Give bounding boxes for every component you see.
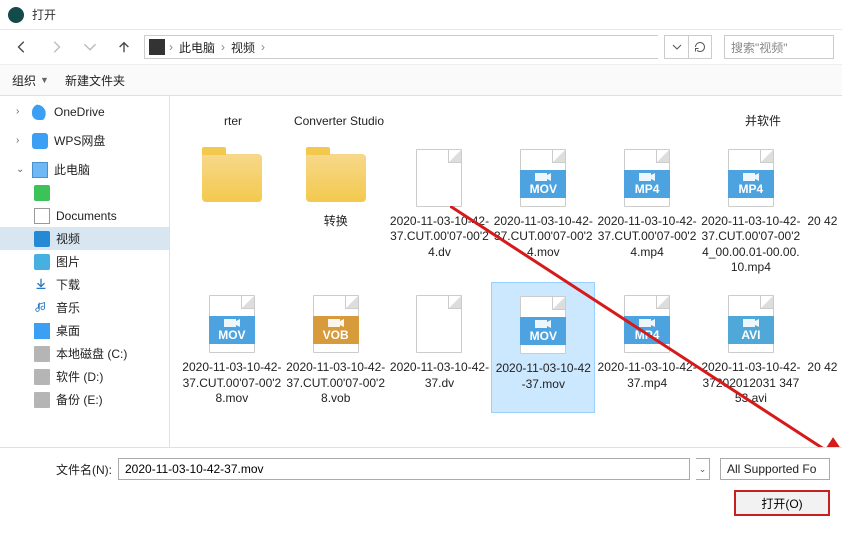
chevron-right-icon: ›: [261, 40, 265, 54]
sidebar-item-green[interactable]: [0, 181, 169, 204]
disk-icon: [34, 369, 50, 385]
desktop-icon: [34, 323, 50, 339]
filename-label: 文件名(N):: [12, 461, 112, 478]
list-item[interactable]: [392, 96, 498, 136]
list-item[interactable]: MP42020-11-03-10-42-37.mp4: [595, 282, 699, 413]
title-bar: 打开: [0, 0, 842, 30]
list-item[interactable]: 20 42: [803, 136, 842, 282]
sidebar-item-thispc[interactable]: ⌄此电脑: [0, 158, 169, 181]
sidebar-item-pictures[interactable]: 图片: [0, 250, 169, 273]
music-icon: [34, 300, 50, 316]
sidebar: ›OneDrive ›WPS网盘 ⌄此电脑 Documents 视频 图片 下载…: [0, 96, 170, 447]
file-icon: [416, 295, 462, 353]
sidebar-item-desktop[interactable]: 桌面: [0, 319, 169, 342]
list-item[interactable]: [498, 96, 604, 136]
sidebar-item-wps[interactable]: ›WPS网盘: [0, 129, 169, 152]
list-item[interactable]: 20 42: [803, 282, 842, 413]
list-item-selected[interactable]: MOV2020-11-03-10-42-37.mov: [491, 282, 595, 413]
folder-icon: [306, 154, 366, 202]
search-input[interactable]: 搜索"视频": [724, 35, 834, 59]
sidebar-item-video[interactable]: 视频: [0, 227, 169, 250]
image-icon: [34, 254, 50, 270]
list-item[interactable]: VOB2020-11-03-10-42-37.CUT.00'07-00'28.v…: [284, 282, 388, 413]
download-icon: [34, 277, 50, 293]
window-title: 打开: [32, 6, 56, 23]
sidebar-item-diske[interactable]: 备份 (E:): [0, 388, 169, 411]
sidebar-item-downloads[interactable]: 下载: [0, 273, 169, 296]
back-button[interactable]: [8, 35, 36, 59]
mov-icon: MOV: [520, 296, 566, 354]
search-placeholder: 搜索"视频": [731, 39, 788, 56]
main-area: ›OneDrive ›WPS网盘 ⌄此电脑 Documents 视频 图片 下载…: [0, 96, 842, 447]
sidebar-item-diskd[interactable]: 软件 (D:): [0, 365, 169, 388]
address-bar[interactable]: › 此电脑 › 视频 ›: [144, 35, 658, 59]
app-icon: [8, 7, 24, 23]
app-icon: [34, 185, 50, 201]
open-button[interactable]: 打开(O): [734, 490, 830, 516]
list-item[interactable]: rter: [180, 96, 286, 136]
folder-icon: [202, 154, 262, 202]
chevron-right-icon: ›: [169, 40, 173, 54]
avi-icon: AVI: [728, 295, 774, 353]
sidebar-item-diskc[interactable]: 本地磁盘 (C:): [0, 342, 169, 365]
sidebar-item-music[interactable]: 音乐: [0, 296, 169, 319]
nav-bar: › 此电脑 › 视频 › 搜索"视频": [0, 30, 842, 64]
list-item[interactable]: MP42020-11-03-10-42-37.CUT.00'07-00'24_0…: [699, 136, 803, 282]
toolbar: 组织▼ 新建文件夹: [0, 64, 842, 96]
file-list: rter Converter Studio 并软件 转换 2020-11-03-…: [170, 96, 842, 447]
chevron-right-icon: ›: [221, 40, 225, 54]
breadcrumb-root[interactable]: 此电脑: [177, 39, 217, 56]
filetype-filter[interactable]: All Supported Fo: [720, 458, 830, 480]
mp4-icon: MP4: [624, 149, 670, 207]
location-icon: [149, 39, 165, 55]
disk-icon: [34, 346, 50, 362]
filename-input[interactable]: [118, 458, 690, 480]
up-button[interactable]: [110, 35, 138, 59]
mov-icon: MOV: [520, 149, 566, 207]
wps-icon: [32, 133, 48, 149]
list-item[interactable]: [180, 136, 284, 282]
video-icon: [34, 231, 50, 247]
mp4-icon: MP4: [624, 295, 670, 353]
mov-icon: MOV: [209, 295, 255, 353]
sidebar-item-onedrive[interactable]: ›OneDrive: [0, 100, 169, 123]
file-icon: [416, 149, 462, 207]
list-item[interactable]: Converter Studio: [286, 96, 392, 136]
list-item[interactable]: MP42020-11-03-10-42-37.CUT.00'07-00'24.m…: [595, 136, 699, 282]
list-item[interactable]: 转换: [284, 136, 388, 282]
disk-icon: [34, 392, 50, 408]
list-item[interactable]: 2020-11-03-10-42-37.CUT.00'07-00'24.dv: [388, 136, 492, 282]
filename-dropdown[interactable]: ⌄: [696, 458, 710, 480]
new-folder-button[interactable]: 新建文件夹: [65, 72, 125, 89]
breadcrumb-folder[interactable]: 视频: [229, 39, 257, 56]
pc-icon: [32, 162, 48, 178]
list-item[interactable]: 2020-11-03-10-42-37.dv: [388, 282, 492, 413]
footer: 文件名(N): ⌄ All Supported Fo 打开(O): [0, 447, 842, 533]
refresh-button[interactable]: [688, 35, 712, 59]
document-icon: [34, 208, 50, 224]
recent-dropdown[interactable]: [76, 35, 104, 59]
cloud-icon: [32, 104, 48, 120]
list-item[interactable]: AVI2020-11-03-10-42-37202012031 34753.av…: [699, 282, 803, 413]
address-dropdown[interactable]: [664, 35, 688, 59]
list-item[interactable]: MOV2020-11-03-10-42-37.CUT.00'07-00'24.m…: [491, 136, 595, 282]
forward-button[interactable]: [42, 35, 70, 59]
list-item[interactable]: 并软件: [710, 96, 816, 136]
list-item[interactable]: [604, 96, 710, 136]
mp4-icon: MP4: [728, 149, 774, 207]
vob-icon: VOB: [313, 295, 359, 353]
organize-button[interactable]: 组织▼: [12, 72, 49, 89]
list-item[interactable]: MOV2020-11-03-10-42-37.CUT.00'07-00'28.m…: [180, 282, 284, 413]
sidebar-item-documents[interactable]: Documents: [0, 204, 169, 227]
